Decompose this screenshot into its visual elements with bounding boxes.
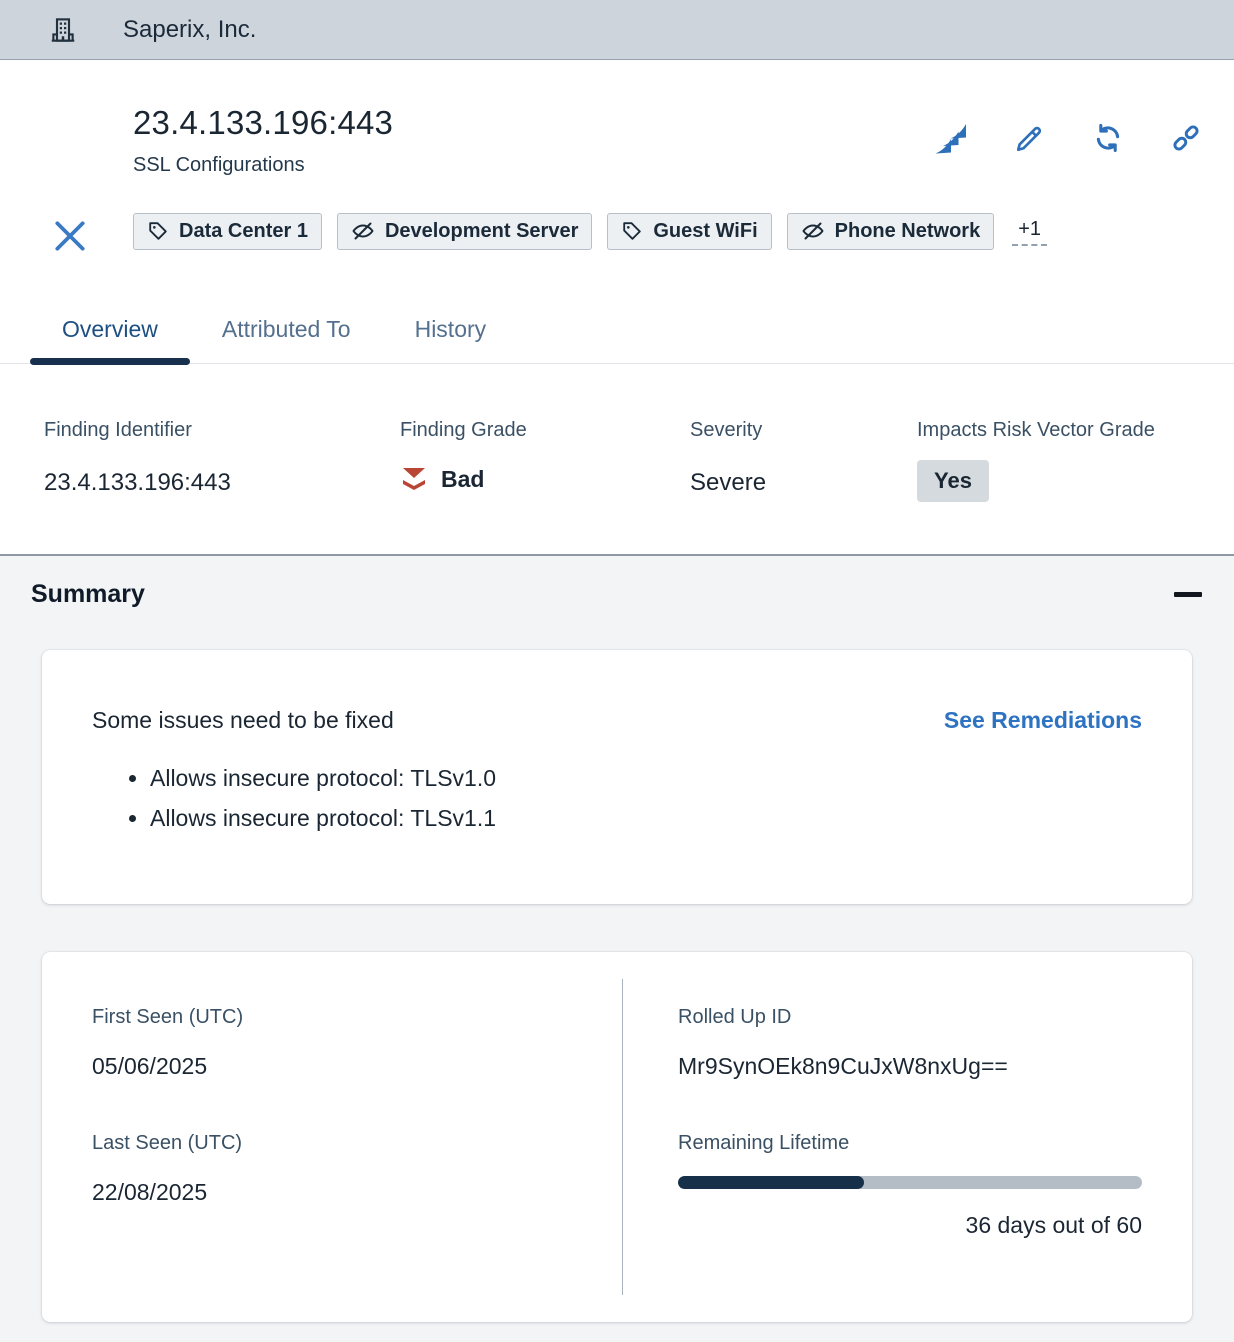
first-seen-value: 05/06/2025: [92, 1053, 582, 1080]
company-name: Saperix, Inc.: [123, 16, 256, 44]
tag-label: Data Center 1: [179, 220, 308, 243]
tag-label: Phone Network: [835, 220, 981, 243]
tab-overview[interactable]: Overview: [30, 296, 190, 363]
risk-vector-subtitle: SSL Configurations: [133, 154, 393, 177]
lifetime-column: Rolled Up ID Mr9SynOEk8n9CuJxW8nxUg== Re…: [622, 979, 1192, 1295]
header-actions: [936, 122, 1202, 154]
details-card: First Seen (UTC) 05/06/2025 Last Seen (U…: [42, 952, 1192, 1322]
last-seen-value: 22/08/2025: [92, 1179, 582, 1206]
first-seen-label: First Seen (UTC): [92, 1006, 582, 1029]
close-icon: [51, 217, 89, 255]
finding-grade-group: Finding Grade Bad: [400, 419, 690, 502]
unlink-button[interactable]: [1170, 122, 1202, 154]
tag-icon: [621, 220, 643, 242]
hidden-tag-icon: [801, 219, 825, 243]
tags-row: Data Center 1 Development Server: [133, 213, 1202, 250]
finding-grade-value: Bad: [441, 466, 484, 493]
edit-pencil-icon: [1014, 122, 1046, 154]
last-seen-label: Last Seen (UTC): [92, 1132, 582, 1155]
finding-facts: Finding Identifier 23.4.133.196:443 Find…: [0, 364, 1234, 554]
rolled-up-id-group: Rolled Up ID Mr9SynOEk8n9CuJxW8nxUg==: [678, 1006, 1142, 1080]
seen-dates-column: First Seen (UTC) 05/06/2025 Last Seen (U…: [42, 979, 622, 1295]
unlink-icon: [1170, 122, 1202, 154]
more-tags-button[interactable]: +1: [1012, 217, 1047, 246]
lifetime-progress-bar: [678, 1176, 1142, 1189]
rolled-up-id-label: Rolled Up ID: [678, 1006, 1142, 1029]
rolled-up-id-value: Mr9SynOEk8n9CuJxW8nxUg==: [678, 1053, 1142, 1080]
collapse-summary-button[interactable]: [1173, 580, 1203, 610]
first-seen-group: First Seen (UTC) 05/06/2025: [92, 1006, 582, 1080]
tag-icon: [147, 220, 169, 242]
tab-history[interactable]: History: [383, 296, 519, 363]
jira-icon: [936, 122, 968, 154]
finding-grade-label: Finding Grade: [400, 419, 690, 442]
finding-identifier-label: Finding Identifier: [44, 419, 400, 442]
building-icon: [48, 15, 78, 45]
company-topbar: Saperix, Inc.: [0, 0, 1234, 60]
lifetime-progress-fill: [678, 1176, 864, 1189]
severity-value: Severe: [690, 469, 917, 497]
remaining-lifetime-label: Remaining Lifetime: [678, 1132, 1142, 1155]
issues-card: Some issues need to be fixed See Remedia…: [42, 650, 1192, 904]
impacts-risk-vector-label: Impacts Risk Vector Grade: [917, 419, 1204, 442]
refresh-icon: [1092, 122, 1124, 154]
tag-chip-guest-wifi[interactable]: Guest WiFi: [607, 213, 771, 250]
page-title: 23.4.133.196:443: [133, 106, 393, 141]
finding-header: 23.4.133.196:443 SSL Configurations: [0, 60, 1234, 554]
grade-bad-icon: [400, 466, 428, 492]
issues-heading: Some issues need to be fixed: [92, 707, 394, 734]
issue-item: Allows insecure protocol: TLSv1.0: [150, 758, 1142, 798]
tab-attributed-to[interactable]: Attributed To: [190, 296, 383, 363]
close-button[interactable]: [49, 215, 91, 257]
impacts-group: Impacts Risk Vector Grade Yes: [917, 419, 1204, 502]
tag-label: Guest WiFi: [653, 220, 757, 243]
severity-group: Severity Severe: [690, 419, 917, 502]
impacts-yes-badge: Yes: [917, 460, 989, 502]
tag-label: Development Server: [385, 220, 578, 243]
jira-export-button[interactable]: [936, 122, 968, 154]
refresh-button[interactable]: [1092, 122, 1124, 154]
lifetime-days-text: 36 days out of 60: [678, 1212, 1142, 1239]
last-seen-group: Last Seen (UTC) 22/08/2025: [92, 1132, 582, 1206]
finding-detail-panel: Saperix, Inc. 23.4.133.196:443 SSL Confi…: [0, 0, 1234, 1342]
tab-bar: Overview Attributed To History: [0, 296, 1234, 364]
finding-identifier-group: Finding Identifier 23.4.133.196:443: [44, 419, 400, 502]
severity-label: Severity: [690, 419, 917, 442]
hidden-tag-icon: [351, 219, 375, 243]
tag-chip-development-server[interactable]: Development Server: [337, 213, 592, 250]
remaining-lifetime-group: Remaining Lifetime 36 days out of 60: [678, 1132, 1142, 1239]
edit-button[interactable]: [1014, 122, 1046, 154]
issue-item: Allows insecure protocol: TLSv1.1: [150, 798, 1142, 838]
tag-chip-data-center-1[interactable]: Data Center 1: [133, 213, 322, 250]
minus-icon: [1174, 592, 1202, 597]
tag-chip-phone-network[interactable]: Phone Network: [787, 213, 995, 250]
summary-section: Summary Some issues need to be fixed See…: [0, 554, 1234, 1342]
see-remediations-link[interactable]: See Remediations: [944, 707, 1142, 734]
issues-list: Allows insecure protocol: TLSv1.0 Allows…: [92, 758, 1142, 838]
summary-title: Summary: [31, 580, 145, 609]
finding-identifier-value: 23.4.133.196:443: [44, 469, 400, 497]
